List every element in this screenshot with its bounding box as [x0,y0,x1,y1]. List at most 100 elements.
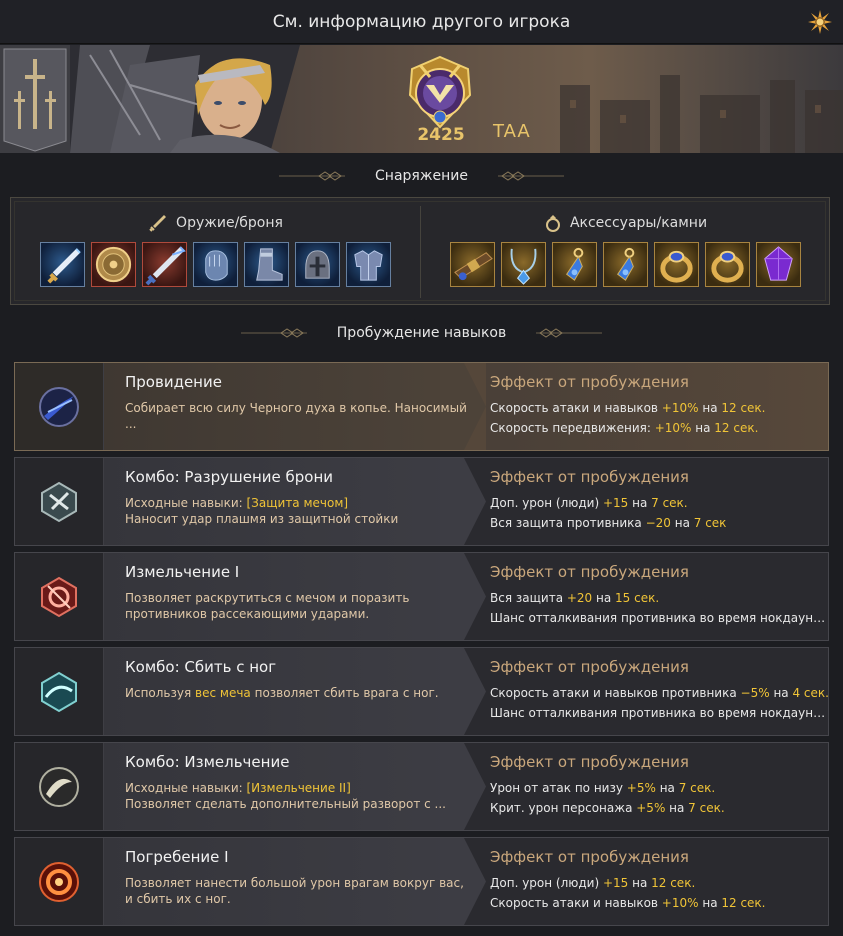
skill-description: Собирает всю силу Черного духа в копье. … [125,400,475,432]
weapon-slot-5[interactable] [244,242,289,287]
skill-row[interactable]: Провидение Собирает всю силу Черного духа… [14,362,829,451]
effect-segment-1: Скорость атаки и навыков [490,401,662,415]
effect-segment-1: Урон от атак по низу [490,781,627,795]
accessory-slot-5[interactable] [654,242,699,287]
effect-segment-1: Скорость атаки и навыков [490,896,662,910]
accessory-slot-1[interactable] [450,242,495,287]
skill-description-line: Исходные навыки: [Измельчение II] [125,780,475,796]
effect-segment-3: на [698,896,722,910]
skill-description-line: Позволяет нанести большой урон врагам во… [125,875,475,891]
effect-segment-4: 15 сек. [615,591,660,605]
class-emblem-icon [0,45,70,153]
equipment-section-header: Снаряжение [0,166,843,186]
greatsword-icon [145,246,186,286]
ring-icon [544,213,562,233]
effect-segment-4: 12 сек. [714,421,759,435]
accessory-slot-3[interactable] [552,242,597,287]
ornament-left-icon [279,171,346,181]
effect-segment-4: 7 сек. [688,801,725,815]
weapon-slot-7[interactable] [346,242,391,287]
skill-description-line: Позволяет сделать дополнительный разворо… [125,796,475,812]
skill-description: Используя вес меча позволяет сбить врага… [125,685,475,701]
effect-segment-4: 7 сек. [651,496,688,510]
skill-name: Погребение I [125,848,229,866]
window-title: См. информацию другого игрока [272,11,571,32]
description-segment: Наносит удар плашмя из защитной стойки [125,512,399,526]
skill-icon-cell [15,553,104,640]
effect-segment-3: на [691,421,715,435]
weapon-slot-4[interactable] [193,242,238,287]
description-segment: Позволяет раскрутиться с мечом и поразит… [125,591,410,605]
awakening-effect-line: Вся защита +20 на 15 сек. [490,590,830,606]
skill-row[interactable]: Измельчение I Позволяет раскрутиться с ме… [14,552,830,641]
effect-segment-1: Шанс отталкивания противника во время но… [490,706,830,720]
skill-icon-cell [15,838,104,925]
grinding-skill-icon [41,576,77,617]
weapon-slot-2[interactable] [91,242,136,287]
effect-segment-2: +10% [654,421,692,435]
accessories-header: Аксессуары/камни [421,213,830,233]
skill-row[interactable]: Комбо: Измельчение Исходные навыки: [Изме… [14,742,829,831]
skill-row[interactable]: Комбо: Разрушение брони Исходные навыки: … [14,457,829,546]
accessory-slots [421,242,830,287]
weapon-slot-3[interactable] [142,242,187,287]
awakening-effect-line: Урон от атак по низу +5% на 7 сек. [490,780,830,796]
effect-segment-2: +20 [566,591,593,605]
weapons-column: Оружие/броня [11,198,420,304]
weapon-slot-6[interactable] [295,242,340,287]
accessory-slot-4[interactable] [603,242,648,287]
description-segment: противников рассекающими ударами. [125,607,370,621]
skill-icon-cell [15,458,104,545]
gloves-icon [205,250,228,281]
grinding-combo-skill-icon [39,766,79,807]
awakening-effect-line: Вся защита противника −20 на 7 сек [490,515,830,531]
skill-description-line: противников рассекающими ударами. [125,606,475,622]
earring-icon [566,247,584,281]
equipment-panel: Оружие/броня Аксессуары/камни [10,197,830,305]
skill-icon-cell [15,648,104,735]
description-segment: Используя [125,686,196,700]
skill-row[interactable]: Комбо: Сбить с ног Используя вес меча поз… [14,647,830,736]
awakening-effect-title: Эффект от пробуждения [490,848,689,866]
effect-segment-4: 4 сек. [792,686,829,700]
shield-icon [95,246,132,283]
accessory-slot-2[interactable] [501,242,546,287]
necklace-icon [510,248,537,285]
accessory-slot-6[interactable] [705,242,750,287]
skill-description-line: Наносит удар плашмя из защитной стойки [125,511,475,527]
description-segment: [Измельчение II] [246,781,351,795]
awakening-effect-line: Крит. урон персонажа +5% на 7 сек. [490,800,830,816]
skill-row[interactable]: Погребение I Позволяет нанести большой ур… [14,837,829,926]
weapon-slot-1[interactable] [40,242,85,287]
description-segment: Исходные навыки: [125,781,247,795]
awakening-effect-line: Скорость атаки и навыков +10% на 12 сек. [490,400,830,416]
ornament-right-icon [497,171,564,181]
earring-icon [617,247,635,281]
awakening-effect-title: Эффект от пробуждения [490,468,689,486]
effect-segment-3: на [628,876,652,890]
awakening-effect-line: Шанс отталкивания противника во время но… [490,610,830,626]
character-portrait [70,45,300,153]
skill-description: Исходные навыки: [Измельчение II] Позволя… [125,780,475,812]
close-icon[interactable] [807,9,833,35]
effect-segment-4: 7 сек. [678,781,716,795]
player-banner: 2425 TAA Воин(Пробуждение) [0,45,843,153]
effect-segment-3: на [655,781,679,795]
sword-icon [148,213,168,233]
effect-segment-3: на [698,401,722,415]
skill-name: Комбо: Разрушение брони [125,468,334,486]
accessory-slot-7[interactable] [756,242,801,287]
knockdown-skill-icon [41,671,77,712]
awakening-effect-line: Скорость передвижения: +10% на 12 сек. [490,420,830,436]
crystal-icon [764,246,793,281]
accessories-column: Аксессуары/камни [421,198,830,304]
effect-segment-2: +15 [602,876,629,890]
window-titlebar: См. информацию другого игрока [0,0,843,44]
skill-description: Позволяет нанести большой урон врагам во… [125,875,475,907]
belt-icon [454,252,493,281]
effect-segment-1: Доп. урон (люди) [490,876,603,890]
awakening-effect-title: Эффект от пробуждения [490,753,689,771]
effect-segment-3: на [769,686,793,700]
effect-segment-1: Скорость атаки и навыков противника [490,686,741,700]
equipment-section-title: Снаряжение [375,168,468,184]
